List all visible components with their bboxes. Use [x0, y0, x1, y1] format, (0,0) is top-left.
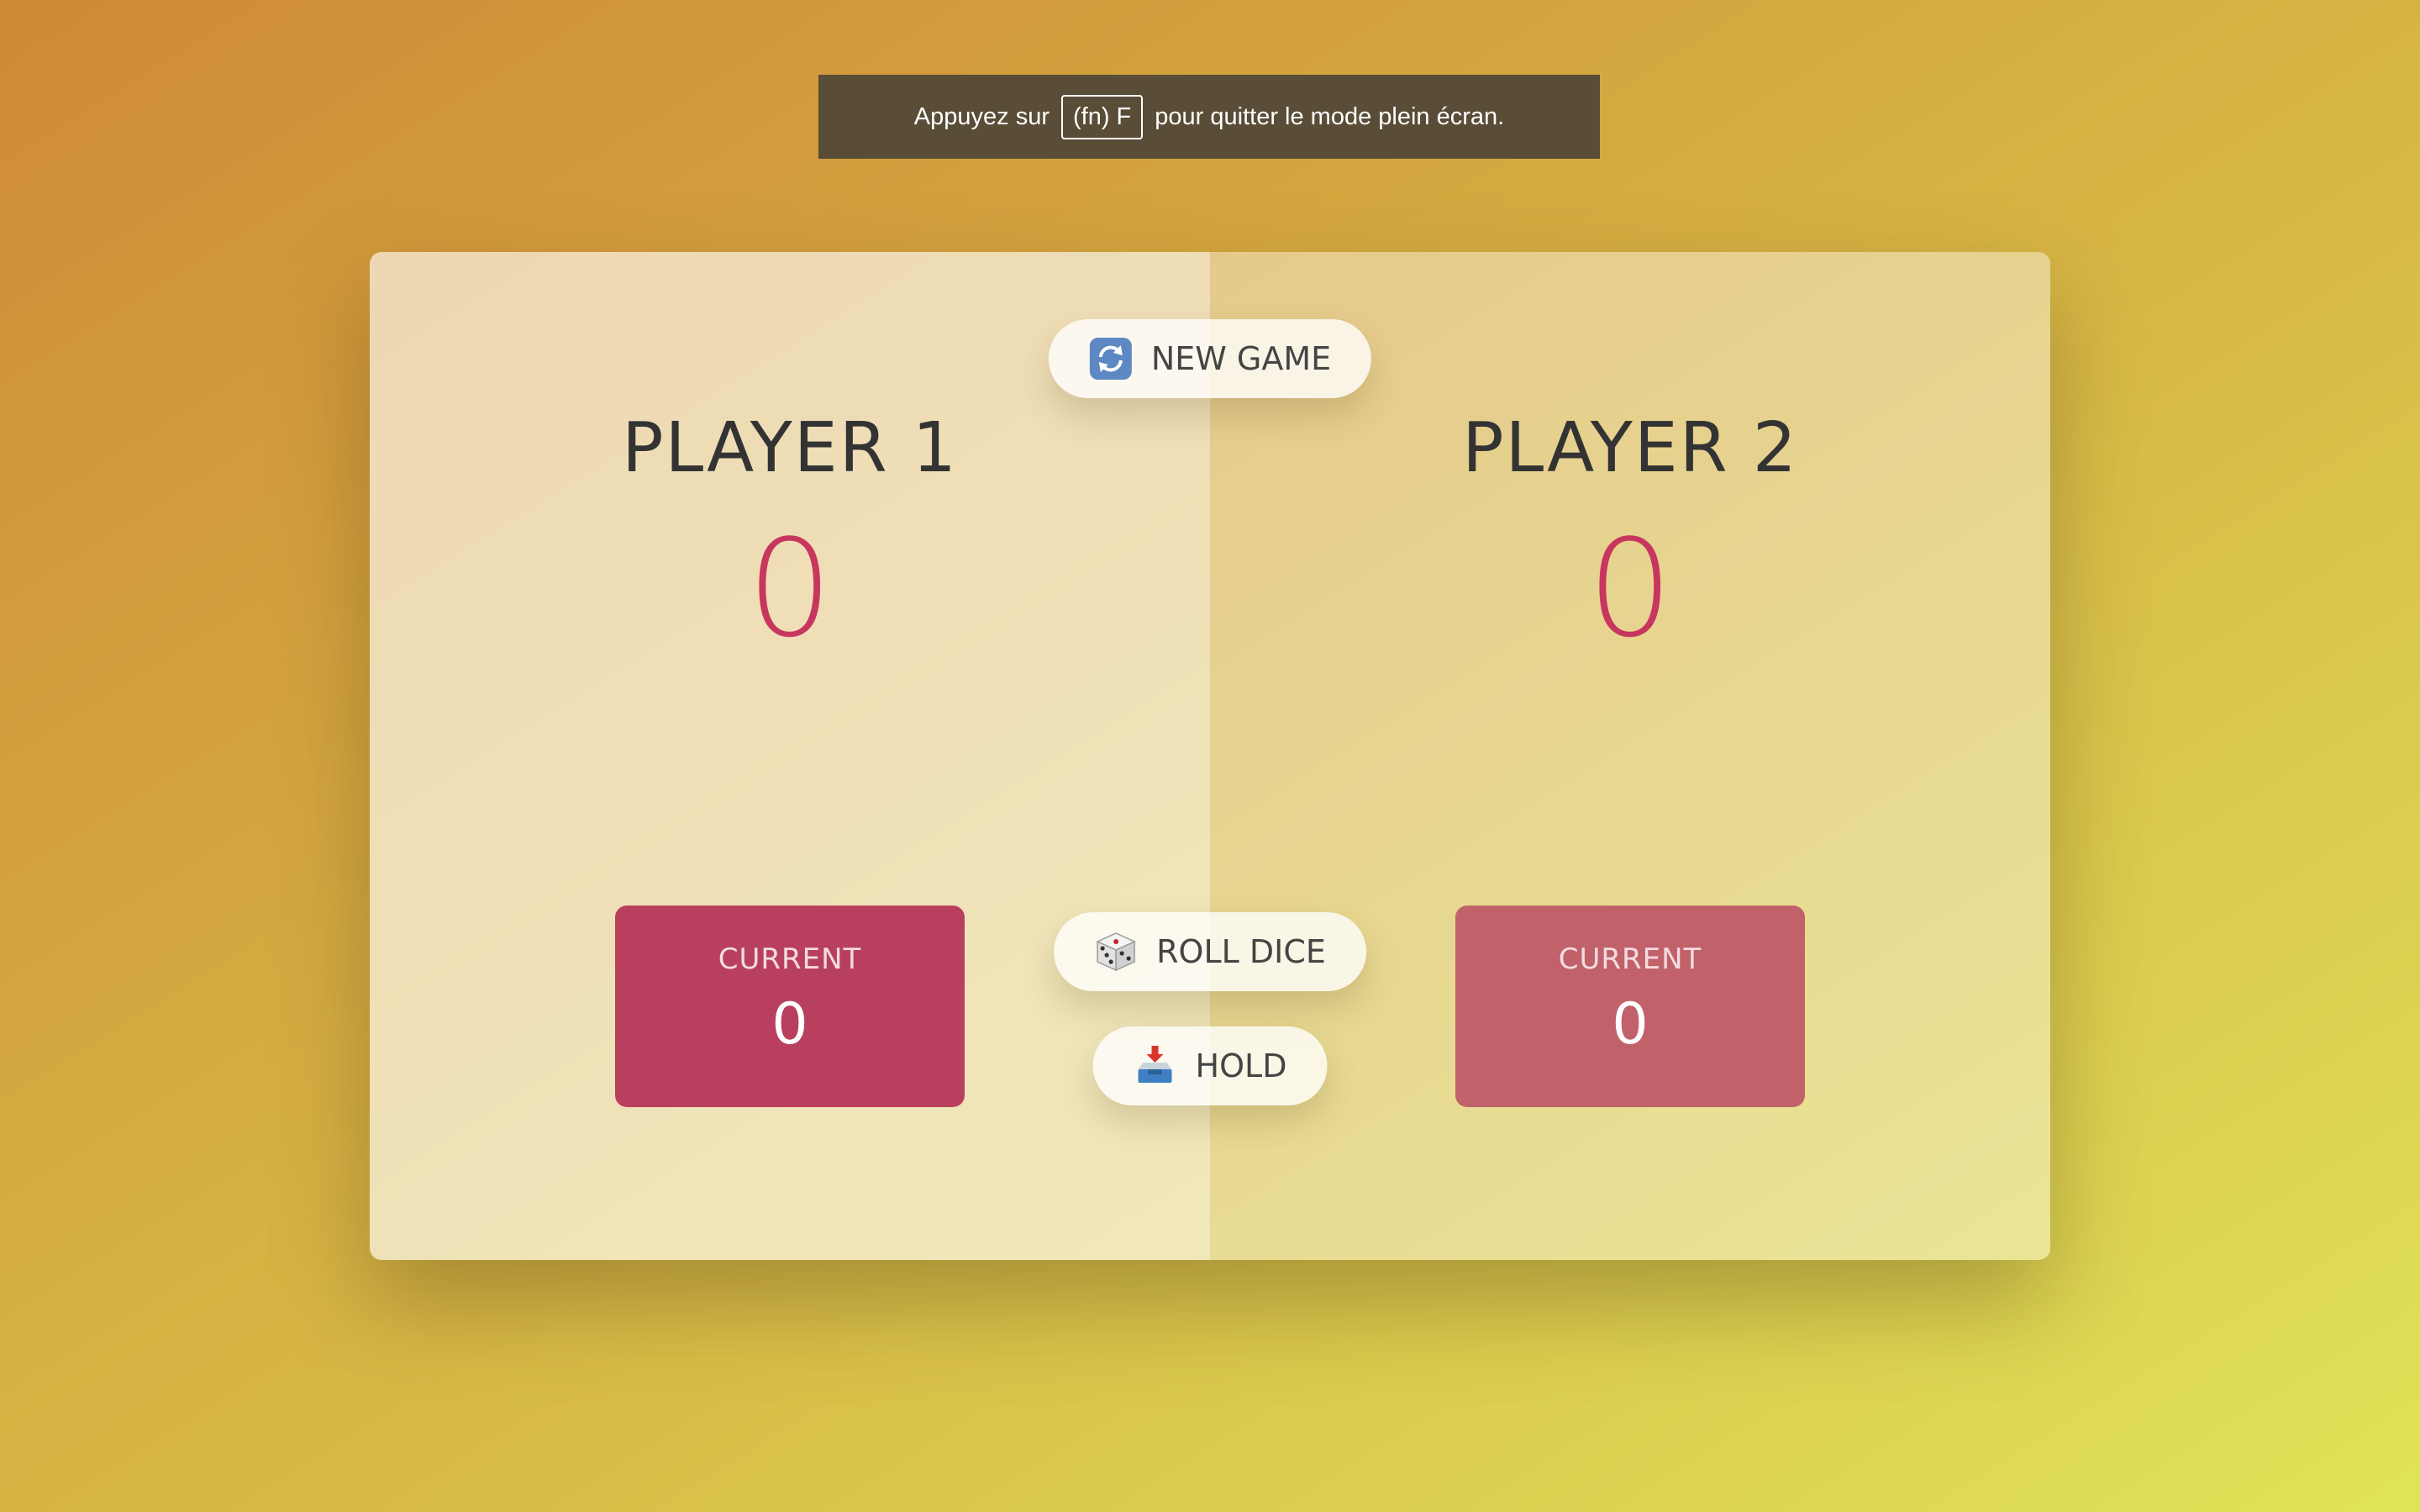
player-2-score: 0 [1587, 510, 1673, 667]
player-2-current-score: 0 [1612, 991, 1649, 1058]
fullscreen-notice: Appuyez sur (fn) F pour quitter le mode … [818, 75, 1600, 159]
new-game-label: NEW GAME [1150, 340, 1332, 377]
player-1-panel: PLAYER 1 0 CURRENT 0 [370, 252, 1210, 1260]
player-2-current-box: CURRENT 0 [1455, 906, 1805, 1107]
player-1-current-label: CURRENT [718, 942, 862, 976]
inbox-tray-icon [1134, 1044, 1177, 1088]
player-2-name: PLAYER 2 [1462, 408, 1798, 488]
roll-dice-button[interactable]: ROLL DICE [1054, 912, 1366, 991]
hold-button[interactable]: HOLD [1092, 1026, 1328, 1105]
fullscreen-notice-text-before: Appuyez sur [913, 102, 1050, 130]
roll-dice-label: ROLL DICE [1156, 933, 1326, 970]
player-1-name: PLAYER 1 [622, 408, 958, 488]
player-1-current-box: CURRENT 0 [615, 906, 965, 1107]
hold-label: HOLD [1195, 1047, 1287, 1084]
fullscreen-key-hint: (fn) F [1061, 94, 1144, 139]
player-1-score: 0 [747, 510, 833, 667]
game-board: PLAYER 1 0 CURRENT 0 PLAYER 2 0 CURRENT … [370, 252, 2050, 1260]
dice-icon [1094, 930, 1138, 974]
fullscreen-notice-text-after: pour quitter le mode plein écran. [1155, 102, 1505, 130]
player-1-current-score: 0 [771, 991, 808, 1058]
new-game-button[interactable]: NEW GAME [1048, 319, 1372, 398]
player-2-panel: PLAYER 2 0 CURRENT 0 [1210, 252, 2050, 1260]
player-2-current-label: CURRENT [1558, 942, 1702, 976]
refresh-icon [1089, 337, 1133, 381]
